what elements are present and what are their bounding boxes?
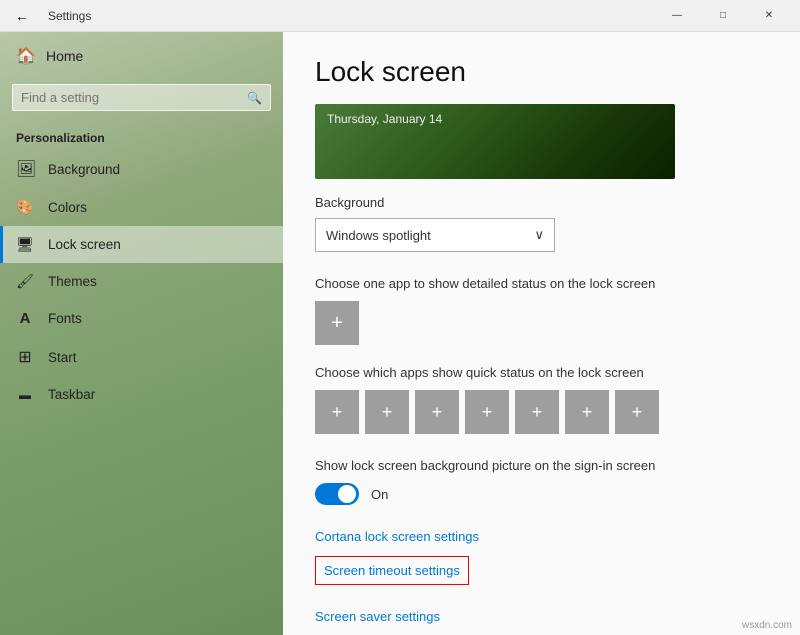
chevron-down-icon: ∨ — [534, 227, 544, 243]
quick-app-btn-4[interactable]: + — [465, 390, 509, 434]
sidebar-item-colors[interactable]: 🎨 Colors — [0, 189, 283, 226]
title-bar: ← Settings — □ ✕ — [0, 0, 800, 32]
sidebar-item-taskbar[interactable]: ▬ Taskbar — [0, 377, 283, 412]
back-button[interactable]: ← — [8, 2, 36, 30]
app-title: Settings — [48, 9, 91, 23]
sidebar-label-taskbar: Taskbar — [48, 387, 95, 402]
quick-apps-label: Choose which apps show quick status on t… — [315, 365, 768, 380]
taskbar-icon: ▬ — [16, 388, 34, 402]
sidebar-label-background: Background — [48, 162, 120, 177]
sidebar-label-start: Start — [48, 350, 77, 365]
quick-app-btn-6[interactable]: + — [565, 390, 609, 434]
back-icon: ← — [15, 8, 29, 24]
themes-icon: 🖌 — [16, 273, 34, 290]
cortana-link[interactable]: Cortana lock screen settings — [315, 529, 768, 544]
minimize-button[interactable]: — — [654, 0, 700, 32]
toggle-row: On — [315, 483, 768, 505]
sidebar-item-fonts[interactable]: A Fonts — [0, 300, 283, 337]
sidebar-label-fonts: Fonts — [48, 311, 82, 326]
background-icon: 🖼 — [16, 159, 34, 179]
quick-app-btn-5[interactable]: + — [515, 390, 559, 434]
lock-screen-preview: Thursday, January 14 — [315, 104, 675, 179]
content-area: Lock screen Thursday, January 14 Backgro… — [283, 32, 800, 635]
timeout-link-wrapper: Screen timeout settings — [315, 556, 768, 597]
colors-icon: 🎨 — [16, 199, 34, 216]
sidebar-item-lock-screen[interactable]: 🖥 Lock screen — [0, 226, 283, 263]
start-icon: ⊞ — [16, 347, 34, 367]
quick-app-btn-3[interactable]: + — [415, 390, 459, 434]
search-input[interactable] — [21, 90, 239, 105]
quick-app-btn-1[interactable]: + — [315, 390, 359, 434]
maximize-button[interactable]: □ — [700, 0, 746, 32]
quick-app-btn-7[interactable]: + — [615, 390, 659, 434]
background-dropdown[interactable]: Windows spotlight ∨ — [315, 218, 555, 252]
home-label: Home — [46, 48, 83, 64]
sidebar: 🏠 Home 🔍 Personalization 🖼 Background 🎨 … — [0, 32, 283, 635]
sidebar-label-lock-screen: Lock screen — [48, 237, 121, 252]
lock-screen-icon: 🖥 — [16, 236, 34, 253]
watermark: wsxdn.com — [742, 620, 792, 631]
home-icon: 🏠 — [16, 46, 34, 66]
page-title: Lock screen — [315, 56, 768, 88]
screen-timeout-link[interactable]: Screen timeout settings — [315, 556, 469, 585]
sign-in-label: Show lock screen background picture on t… — [315, 458, 768, 473]
sidebar-section-title: Personalization — [0, 123, 283, 149]
title-bar-nav: ← Settings — [8, 2, 91, 30]
add-detail-app-button[interactable]: + — [315, 301, 359, 345]
quick-app-btn-2[interactable]: + — [365, 390, 409, 434]
toggle-knob — [338, 485, 356, 503]
search-box[interactable]: 🔍 — [12, 84, 271, 111]
sign-in-toggle[interactable] — [315, 483, 359, 505]
detail-status-label: Choose one app to show detailed status o… — [315, 276, 768, 291]
fonts-icon: A — [16, 310, 34, 327]
background-dropdown-wrapper: Windows spotlight ∨ — [315, 218, 768, 252]
quick-apps-row: + + + + + + + — [315, 390, 768, 434]
background-label: Background — [315, 195, 768, 210]
app-body: 🏠 Home 🔍 Personalization 🖼 Background 🎨 … — [0, 32, 800, 635]
toggle-state-label: On — [371, 487, 388, 502]
window-controls: — □ ✕ — [654, 0, 792, 32]
sidebar-label-colors: Colors — [48, 200, 87, 215]
sidebar-item-start[interactable]: ⊞ Start — [0, 337, 283, 377]
sidebar-item-themes[interactable]: 🖌 Themes — [0, 263, 283, 300]
sidebar-item-background[interactable]: 🖼 Background — [0, 149, 283, 189]
close-button[interactable]: ✕ — [746, 0, 792, 32]
preview-date: Thursday, January 14 — [327, 112, 442, 126]
dropdown-value: Windows spotlight — [326, 228, 431, 243]
sidebar-home-item[interactable]: 🏠 Home — [0, 32, 283, 80]
sidebar-label-themes: Themes — [48, 274, 97, 289]
screensaver-link[interactable]: Screen saver settings — [315, 609, 768, 624]
search-icon: 🔍 — [247, 91, 262, 105]
